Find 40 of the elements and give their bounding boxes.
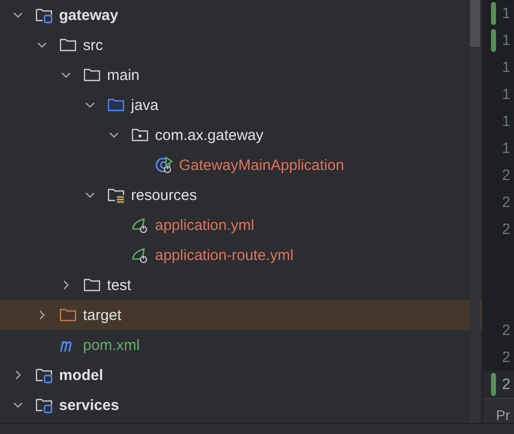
line-number: 1 [502, 140, 510, 158]
module-folder-icon [35, 6, 53, 24]
class-icon [155, 156, 173, 174]
tree-item[interactable]: test [107, 276, 132, 294]
line-number: 2 [502, 167, 510, 184]
tree-item[interactable]: gateway [59, 6, 118, 24]
line-number: 2 [502, 376, 510, 394]
module-folder-icon [35, 396, 53, 414]
line-number: 1 [502, 5, 510, 22]
package-folder-icon [131, 126, 149, 144]
leaf-icon [131, 246, 149, 264]
folder-icon [107, 96, 125, 114]
tree-item[interactable]: pom.xml [83, 336, 140, 354]
folder-icon [83, 276, 101, 294]
folder-icon [59, 306, 77, 324]
folder-icon [59, 36, 77, 54]
tree-item[interactable]: java [131, 96, 159, 114]
leaf-icon [131, 216, 149, 234]
line-number: 2 [502, 221, 510, 238]
line-number: 1 [502, 59, 510, 76]
line-number: 2 [502, 349, 510, 366]
tree-item[interactable]: application.yml [155, 216, 254, 234]
tree-item[interactable]: src [83, 36, 103, 54]
tree-item[interactable]: com.ax.gateway [155, 126, 264, 144]
tree-item[interactable]: application-route.yml [155, 246, 294, 264]
line-number: 1 [502, 86, 510, 104]
tree-item[interactable]: services [59, 396, 120, 414]
tree-item[interactable]: main [107, 66, 140, 84]
line-number: 1 [502, 113, 510, 130]
resources-folder-icon [107, 186, 125, 204]
tree-item[interactable]: target [83, 306, 122, 324]
scrollbar[interactable] [470, 0, 480, 423]
tree-item[interactable]: GatewayMainApplication [179, 156, 344, 174]
folder-icon [83, 66, 101, 84]
line-number: 1 [502, 32, 510, 50]
tree-item[interactable]: resources [131, 186, 197, 204]
module-folder-icon [35, 366, 53, 384]
line-number: 2 [502, 322, 510, 339]
line-number: 2 [502, 194, 510, 212]
tree-item[interactable]: model [59, 366, 104, 384]
